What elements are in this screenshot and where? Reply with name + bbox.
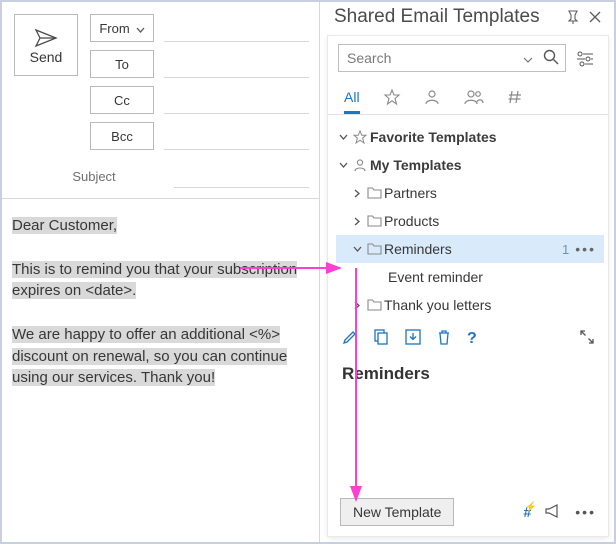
star-icon <box>384 89 400 108</box>
search-icon[interactable] <box>543 49 559 68</box>
send-icon <box>35 29 57 47</box>
tree-label: Thank you letters <box>384 297 596 313</box>
tab-bar: All <box>328 78 608 115</box>
person-icon <box>350 158 370 172</box>
tab-person[interactable] <box>424 82 440 114</box>
tree-folder-products[interactable]: Products <box>336 207 604 235</box>
tree-count: 1 <box>562 242 569 257</box>
templates-pane: Shared Email Templates Search <box>320 2 614 542</box>
hash-bolt-icon[interactable]: #⚡ <box>523 504 531 520</box>
search-placeholder: Search <box>347 50 523 66</box>
tree-folder-partners[interactable]: Partners <box>336 179 604 207</box>
from-button[interactable]: From <box>90 14 154 42</box>
send-label: Send <box>30 49 63 65</box>
template-tree: Favorite Templates My Templates Partners… <box>328 115 608 321</box>
new-template-button[interactable]: New Template <box>340 498 454 526</box>
caret-down-icon <box>336 134 350 140</box>
tab-favorites[interactable] <box>384 82 400 114</box>
tree-my-templates[interactable]: My Templates <box>336 151 604 179</box>
subject-field[interactable] <box>174 164 309 188</box>
chevron-down-icon <box>523 50 533 66</box>
compose-panel: Send From To <box>2 2 320 542</box>
tree-label: Partners <box>384 185 596 201</box>
pin-icon[interactable] <box>562 6 584 28</box>
search-input[interactable]: Search <box>338 44 566 72</box>
expand-icon[interactable] <box>580 330 594 347</box>
copy-icon[interactable] <box>374 329 389 348</box>
tab-people[interactable] <box>464 82 484 114</box>
download-icon[interactable] <box>405 329 421 348</box>
cc-button[interactable]: Cc <box>90 86 154 114</box>
tree-label: Favorite Templates <box>370 129 596 145</box>
from-label: From <box>99 21 129 36</box>
filter-icon[interactable] <box>572 44 598 72</box>
tree-label: Products <box>384 213 596 229</box>
compose-body[interactable]: Dear Customer, This is to remind you tha… <box>2 198 319 542</box>
body-line: This is to remind you that your subscrip… <box>12 261 297 300</box>
folder-icon <box>364 215 384 227</box>
trash-icon[interactable] <box>437 329 451 348</box>
megaphone-icon[interactable] <box>545 504 561 521</box>
bcc-label: Bcc <box>111 129 133 144</box>
to-field[interactable] <box>164 50 309 78</box>
bcc-button[interactable]: Bcc <box>90 122 154 150</box>
detail-heading: Reminders <box>328 352 608 392</box>
tab-hash[interactable] <box>508 82 522 114</box>
to-button[interactable]: To <box>90 50 154 78</box>
caret-right-icon <box>350 217 364 226</box>
cc-field[interactable] <box>164 86 309 114</box>
bcc-field[interactable] <box>164 122 309 150</box>
tab-all[interactable]: All <box>344 82 360 114</box>
caret-down-icon <box>336 162 350 168</box>
caret-right-icon <box>350 189 364 198</box>
hash-icon <box>508 90 522 107</box>
help-icon[interactable]: ? <box>467 330 477 348</box>
cc-label: Cc <box>114 93 130 108</box>
from-field[interactable] <box>164 14 309 42</box>
folder-icon <box>364 187 384 199</box>
star-icon <box>350 130 370 144</box>
send-button[interactable]: Send <box>14 14 78 76</box>
tree-label: Reminders <box>384 241 562 257</box>
body-line: Dear Customer, <box>12 217 117 234</box>
subject-label: Subject <box>14 169 174 184</box>
caret-down-icon <box>350 246 364 252</box>
tab-all-label: All <box>344 89 360 105</box>
more-icon[interactable]: ••• <box>575 504 596 520</box>
tree-folder-reminders[interactable]: Reminders 1 ••• <box>336 235 604 263</box>
to-label: To <box>115 57 129 72</box>
person-icon <box>424 89 440 108</box>
tree-label: Event reminder <box>388 269 596 285</box>
more-icon[interactable]: ••• <box>575 241 596 257</box>
edit-icon[interactable] <box>342 329 358 348</box>
caret-right-icon <box>350 301 364 310</box>
tree-folder-thank-you[interactable]: Thank you letters <box>336 291 604 319</box>
body-line: We are happy to offer an additional <%> … <box>12 326 287 387</box>
tree-favorites[interactable]: Favorite Templates <box>336 123 604 151</box>
chevron-down-icon <box>136 21 145 36</box>
folder-icon <box>364 243 384 255</box>
close-icon[interactable] <box>584 6 606 28</box>
folder-icon <box>364 299 384 311</box>
new-template-label: New Template <box>353 504 441 520</box>
detail-toolbar: ? <box>328 321 608 352</box>
tree-label: My Templates <box>370 157 596 173</box>
tree-item-event-reminder[interactable]: Event reminder <box>336 263 604 291</box>
people-icon <box>464 89 484 108</box>
pane-title: Shared Email Templates <box>334 6 540 28</box>
